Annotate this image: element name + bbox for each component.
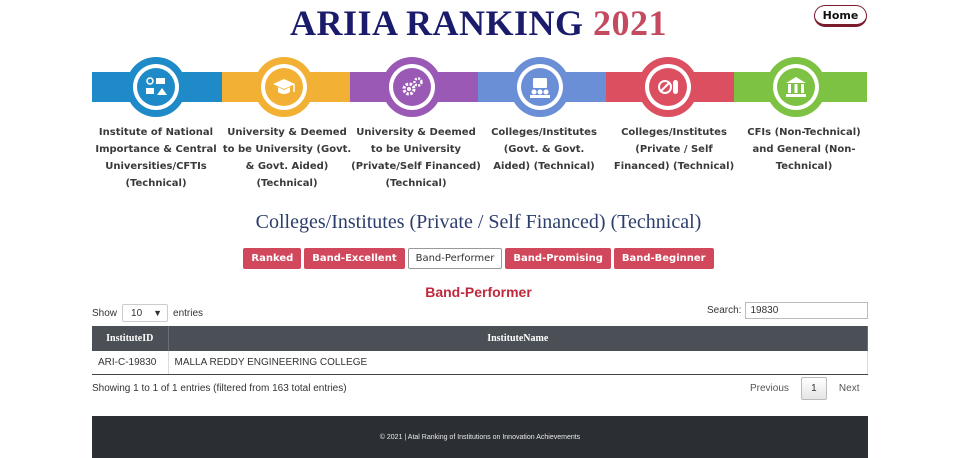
band-filter-group: Ranked Band-Excellent Band-Performer Ban… <box>0 248 957 269</box>
table-info: Showing 1 to 1 of 1 entries (filtered fr… <box>92 383 347 394</box>
meeting-icon <box>530 78 550 98</box>
category-label-5[interactable]: Colleges/Institutes (Private / Self Fina… <box>608 124 740 175</box>
pill-icon <box>658 80 678 94</box>
search-input[interactable]: 19830 <box>745 302 869 319</box>
entries-per-page-value: 10 <box>131 307 143 319</box>
cell-institute-name: MALLA REDDY ENGINEERING COLLEGE <box>168 351 868 375</box>
category-circle-5[interactable] <box>638 57 698 117</box>
show-entries-control: Show 10 ▼ entries <box>92 304 203 322</box>
category-label-3[interactable]: University & Deemed to be University (Pr… <box>350 124 482 192</box>
category-circle-4[interactable] <box>510 57 570 117</box>
search-label: Search: <box>707 305 742 316</box>
category-label-2[interactable]: University & Deemed to be University (Go… <box>221 124 353 192</box>
table-row: ARI-C-19830 MALLA REDDY ENGINEERING COLL… <box>92 351 868 375</box>
search-control: Search: 19830 <box>707 302 869 319</box>
filter-band-excellent-button[interactable]: Band-Excellent <box>304 248 405 269</box>
home-button[interactable]: Home <box>814 5 867 27</box>
table-header-row: InstituteID InstituteName <box>92 326 868 351</box>
title-year: 2021 <box>593 3 668 43</box>
show-label: Show <box>92 307 118 319</box>
entries-label: entries <box>173 307 204 319</box>
page-title: ARIIA RANKING 2021 <box>0 2 957 44</box>
column-header-institute-name[interactable]: InstituteName <box>168 326 868 351</box>
graduation-cap-icon <box>273 79 295 94</box>
category-label-6[interactable]: CFIs (Non-Technical) and General (Non-Te… <box>738 124 870 175</box>
pagination: Previous 1 Next <box>742 377 867 400</box>
results-table: InstituteID InstituteName ARI-C-19830 MA… <box>92 326 868 375</box>
category-circle-6[interactable] <box>766 57 826 117</box>
category-circle-1[interactable] <box>126 57 186 117</box>
category-label-4[interactable]: Colleges/Institutes (Govt. & Govt. Aided… <box>484 124 604 175</box>
section-title: Colleges/Institutes (Private / Self Fina… <box>255 211 702 233</box>
category-label-1[interactable]: Institute of National Importance & Centr… <box>90 124 222 192</box>
cell-institute-id: ARI-C-19830 <box>92 351 169 375</box>
building-icon <box>786 77 806 97</box>
next-page-button[interactable]: Next <box>831 377 868 400</box>
filter-band-promising-button[interactable]: Band-Promising <box>505 248 611 269</box>
title-main: ARIIA RANKING <box>289 3 584 43</box>
filter-band-beginner-button[interactable]: Band-Beginner <box>613 248 714 269</box>
gears-icon <box>402 77 423 96</box>
band-title: Band-Performer <box>425 284 532 300</box>
footer-text: © 2021 | Atal Ranking of Institutions on… <box>379 433 581 441</box>
filter-ranked-button[interactable]: Ranked <box>243 248 302 269</box>
current-page-button[interactable]: 1 <box>800 377 827 400</box>
column-header-institute-id[interactable]: InstituteID <box>92 326 169 351</box>
filter-band-performer-button[interactable]: Band-Performer <box>407 248 503 269</box>
campus-icon <box>146 77 167 95</box>
previous-page-button[interactable]: Previous <box>742 377 797 400</box>
category-circle-3[interactable] <box>382 57 442 117</box>
footer: © 2021 | Atal Ranking of Institutions on… <box>92 416 868 458</box>
chevron-down-icon: ▼ <box>153 308 163 318</box>
category-circle-2[interactable] <box>254 57 314 117</box>
entries-per-page-select[interactable]: 10 ▼ <box>122 304 169 322</box>
